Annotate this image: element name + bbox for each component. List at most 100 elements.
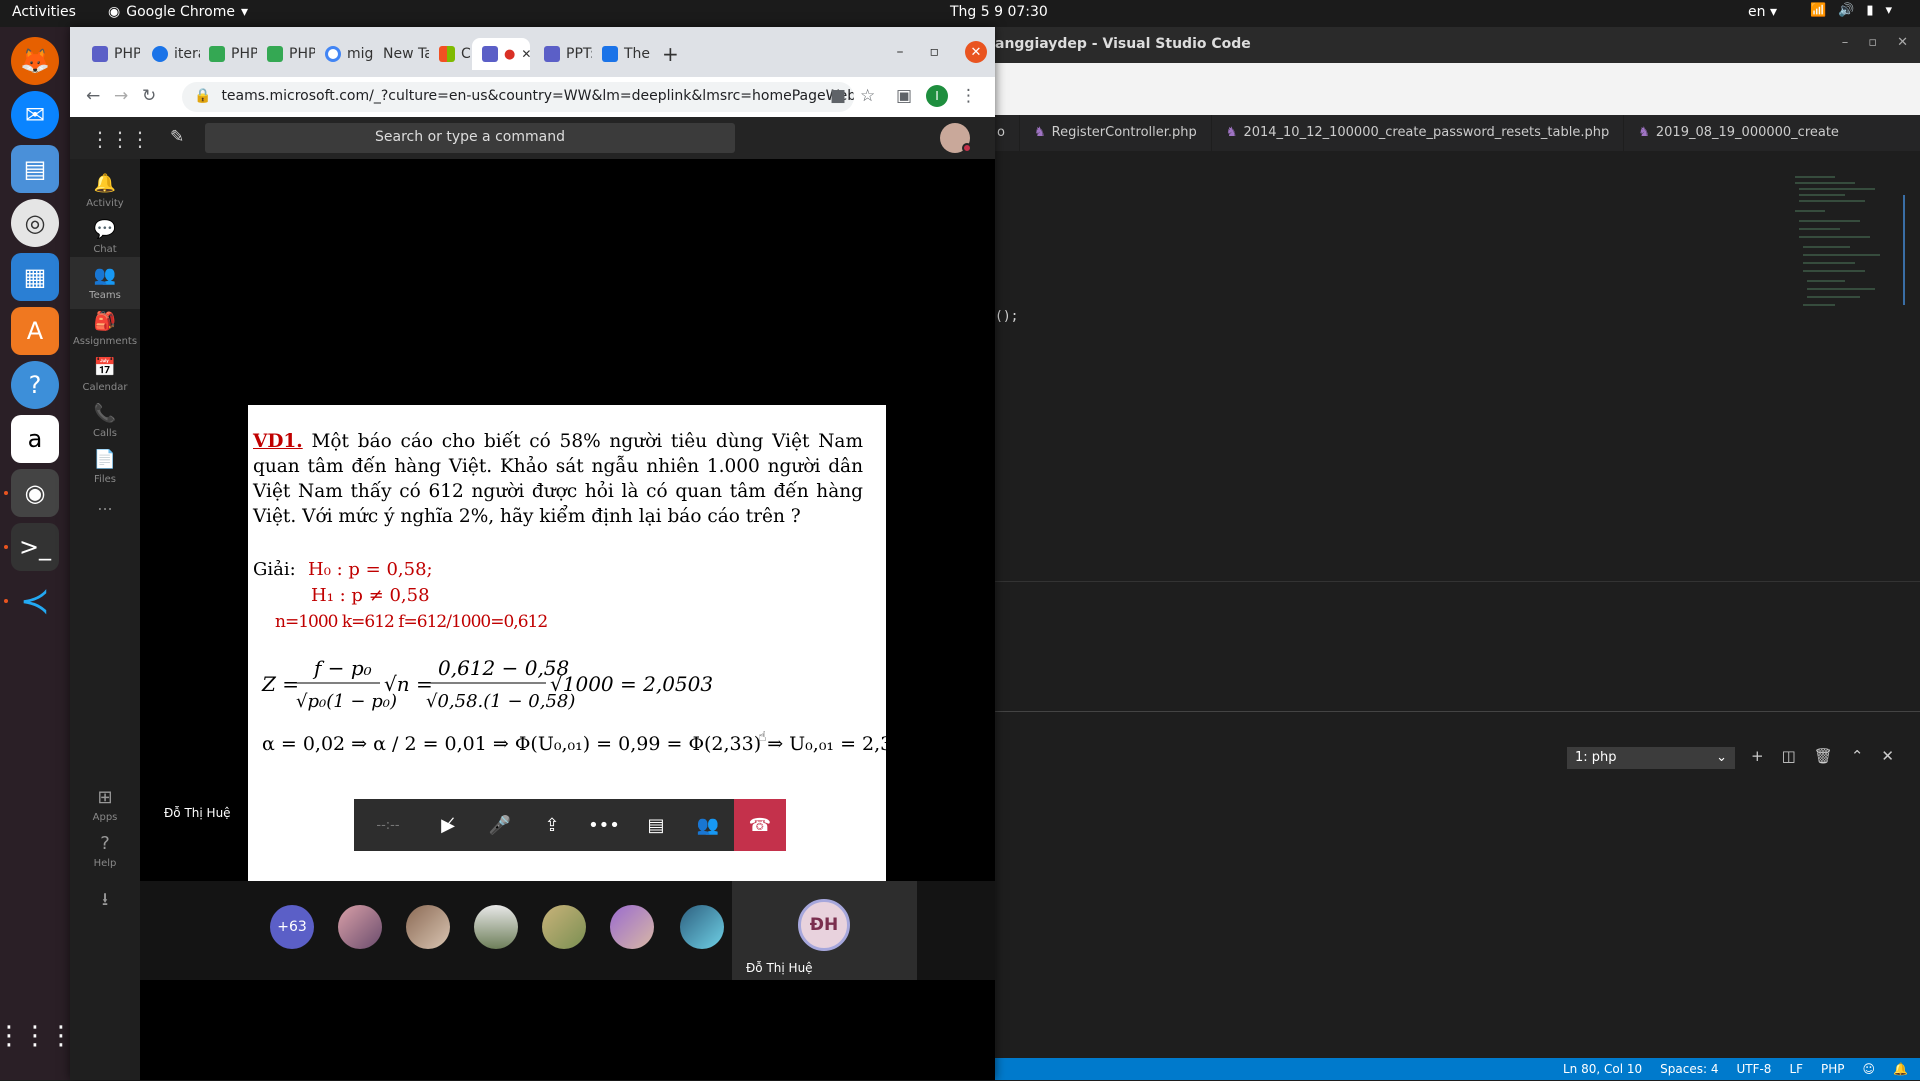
- browser-tab[interactable]: New Ta: [373, 38, 429, 70]
- trash-icon[interactable]: 🗑: [1814, 747, 1833, 765]
- meeting-stage[interactable]: VD1. Một báo cáo cho biết có 58% người t…: [140, 159, 995, 981]
- volume-icon: 🔊: [1838, 3, 1855, 18]
- files-icon[interactable]: ▤: [11, 145, 59, 193]
- rail-item-files[interactable]: 📄 Files: [70, 441, 140, 493]
- extension-icon[interactable]: ▣: [896, 86, 912, 106]
- editor-tab[interactable]: ♞ 2019_08_19_000000_create: [1624, 115, 1853, 151]
- bookmark-star-icon[interactable]: ☆: [860, 86, 875, 106]
- avatar[interactable]: [680, 905, 724, 949]
- reload-icon[interactable]: ↻: [142, 86, 156, 106]
- avatar[interactable]: [542, 905, 586, 949]
- cursor-position[interactable]: Ln 80, Col 10: [1563, 1062, 1642, 1080]
- app-launcher-icon[interactable]: ⋮⋮⋮: [90, 127, 150, 151]
- terminal-icon[interactable]: >_: [11, 523, 59, 571]
- maximize-icon[interactable]: ▫: [930, 44, 940, 60]
- browser-tab[interactable]: PPT:: [534, 38, 592, 70]
- rail-item-assignments[interactable]: 🎒 Assignments: [70, 303, 140, 355]
- line-ending[interactable]: LF: [1789, 1062, 1803, 1080]
- apps-grid-icon[interactable]: ⋮⋮⋮: [0, 1012, 74, 1060]
- search-input[interactable]: Search or type a command: [205, 123, 735, 153]
- browser-tab[interactable]: The: [592, 38, 650, 70]
- minimap[interactable]: [1785, 171, 1905, 331]
- software-icon[interactable]: A: [11, 307, 59, 355]
- teams-icon: 👥: [93, 265, 117, 286]
- z-formula: Z = f − p₀ √p₀(1 − p₀) √n = 0,612 − 0,58…: [261, 656, 713, 719]
- editor-area[interactable]: ();: [995, 151, 1920, 711]
- activities-button[interactable]: Activities: [12, 4, 76, 20]
- new-chat-icon[interactable]: ✎: [170, 127, 184, 147]
- terminal-panel[interactable]: [995, 711, 1920, 1081]
- browser-tab[interactable]: PHP: [82, 38, 140, 70]
- avatar[interactable]: [338, 905, 382, 949]
- chrome-menu-icon[interactable]: ⋮: [960, 86, 977, 106]
- add-terminal-icon[interactable]: +: [1751, 747, 1764, 765]
- split-terminal-icon[interactable]: ◫: [1782, 747, 1796, 765]
- close-icon[interactable]: ✕: [1881, 747, 1894, 765]
- more-apps-icon[interactable]: ...: [70, 487, 140, 539]
- chat-icon[interactable]: ▤: [630, 799, 682, 851]
- browser-tab[interactable]: itera: [142, 38, 200, 70]
- avatar[interactable]: [474, 905, 518, 949]
- minimize-icon[interactable]: –: [1842, 35, 1849, 50]
- browser-tab-active[interactable]: ● ✕: [472, 38, 530, 70]
- chevron-up-icon[interactable]: ⌃: [1851, 747, 1864, 765]
- editor-tab[interactable]: o: [995, 115, 1020, 151]
- participant-overflow[interactable]: +63: [270, 905, 314, 949]
- camera-icon[interactable]: ■: [830, 86, 846, 106]
- indentation[interactable]: Spaces: 4: [1660, 1062, 1718, 1080]
- language-indicator[interactable]: en ▾: [1748, 4, 1777, 20]
- close-tab-icon[interactable]: ✕: [521, 47, 530, 61]
- encoding[interactable]: UTF-8: [1736, 1062, 1771, 1080]
- back-icon[interactable]: ←: [86, 86, 100, 106]
- close-icon[interactable]: ✕: [1897, 35, 1908, 50]
- chevron-down-icon: ⌄: [1716, 750, 1727, 765]
- rhythmbox-icon[interactable]: ◎: [11, 199, 59, 247]
- profile-avatar[interactable]: I: [926, 85, 948, 107]
- chrome-icon[interactable]: ◉: [11, 469, 59, 517]
- firefox-icon[interactable]: 🦊: [11, 37, 59, 85]
- terminal-select[interactable]: 1: php ⌄: [1567, 747, 1735, 769]
- avatar[interactable]: [610, 905, 654, 949]
- forward-icon[interactable]: →: [114, 86, 128, 106]
- browser-tab[interactable]: migr: [315, 38, 373, 70]
- download-app-icon[interactable]: ⭳: [70, 879, 140, 931]
- browser-tab[interactable]: PHP: [199, 38, 257, 70]
- writer-icon[interactable]: ▦: [11, 253, 59, 301]
- camera-off-icon[interactable]: ▶̸: [422, 799, 474, 851]
- bell-icon[interactable]: 🔔: [1893, 1062, 1908, 1080]
- clock[interactable]: Thg 5 9 07:30: [950, 4, 1048, 20]
- avatar[interactable]: [406, 905, 450, 949]
- rail-item-chat[interactable]: 💬 Chat: [70, 211, 140, 263]
- minimize-icon[interactable]: –: [897, 44, 904, 60]
- participants-icon[interactable]: 👥: [682, 799, 734, 851]
- new-tab-button[interactable]: +: [652, 38, 682, 70]
- editor-tab[interactable]: ♞ RegisterController.php: [1020, 115, 1212, 151]
- system-tray[interactable]: 📶 🔊 ▮ ▾: [1810, 3, 1892, 18]
- feedback-icon[interactable]: ☺: [1863, 1062, 1876, 1080]
- share-screen-icon[interactable]: ⇪: [526, 799, 578, 851]
- thunderbird-icon[interactable]: ✉: [11, 91, 59, 139]
- rail-item-apps[interactable]: ⊞ Apps: [70, 779, 140, 831]
- battery-icon: ▮: [1866, 3, 1874, 18]
- rail-item-calendar[interactable]: 📅 Calendar: [70, 349, 140, 401]
- language-mode[interactable]: PHP: [1821, 1062, 1845, 1080]
- browser-tab[interactable]: PHP: [257, 38, 315, 70]
- editor-tab[interactable]: ♞ 2014_10_12_100000_create_password_reset…: [1212, 115, 1625, 151]
- vscode-titlebar[interactable]: anggiaydep - Visual Studio Code – ▫ ✕: [995, 27, 1920, 63]
- more-actions-icon[interactable]: •••: [578, 799, 630, 851]
- restore-icon[interactable]: ▫: [1868, 35, 1877, 50]
- amazon-icon[interactable]: a: [11, 415, 59, 463]
- app-menu[interactable]: ◉ Google Chrome ▾: [108, 4, 248, 20]
- close-window-button[interactable]: ✕: [965, 41, 987, 63]
- help-icon[interactable]: ?: [11, 361, 59, 409]
- hang-up-button[interactable]: ☎: [734, 799, 786, 851]
- address-bar[interactable]: 🔒 teams.microsoft.com/_?culture=en-us&co…: [182, 82, 854, 112]
- rail-item-teams[interactable]: 👥 Teams: [70, 257, 140, 309]
- rail-item-activity[interactable]: 🔔 Activity: [70, 165, 140, 217]
- mic-off-icon[interactable]: 🎤: [474, 799, 526, 851]
- presenter-tile[interactable]: ĐH Đỗ Thị Huệ: [732, 881, 917, 980]
- rail-item-help[interactable]: ? Help: [70, 825, 140, 877]
- tab-strip: PHP itera PHP PHP migr New Ta Chat ● ✕ P…: [70, 27, 995, 77]
- vscode-icon[interactable]: ≺: [11, 577, 59, 625]
- rail-item-calls[interactable]: 📞 Calls: [70, 395, 140, 447]
